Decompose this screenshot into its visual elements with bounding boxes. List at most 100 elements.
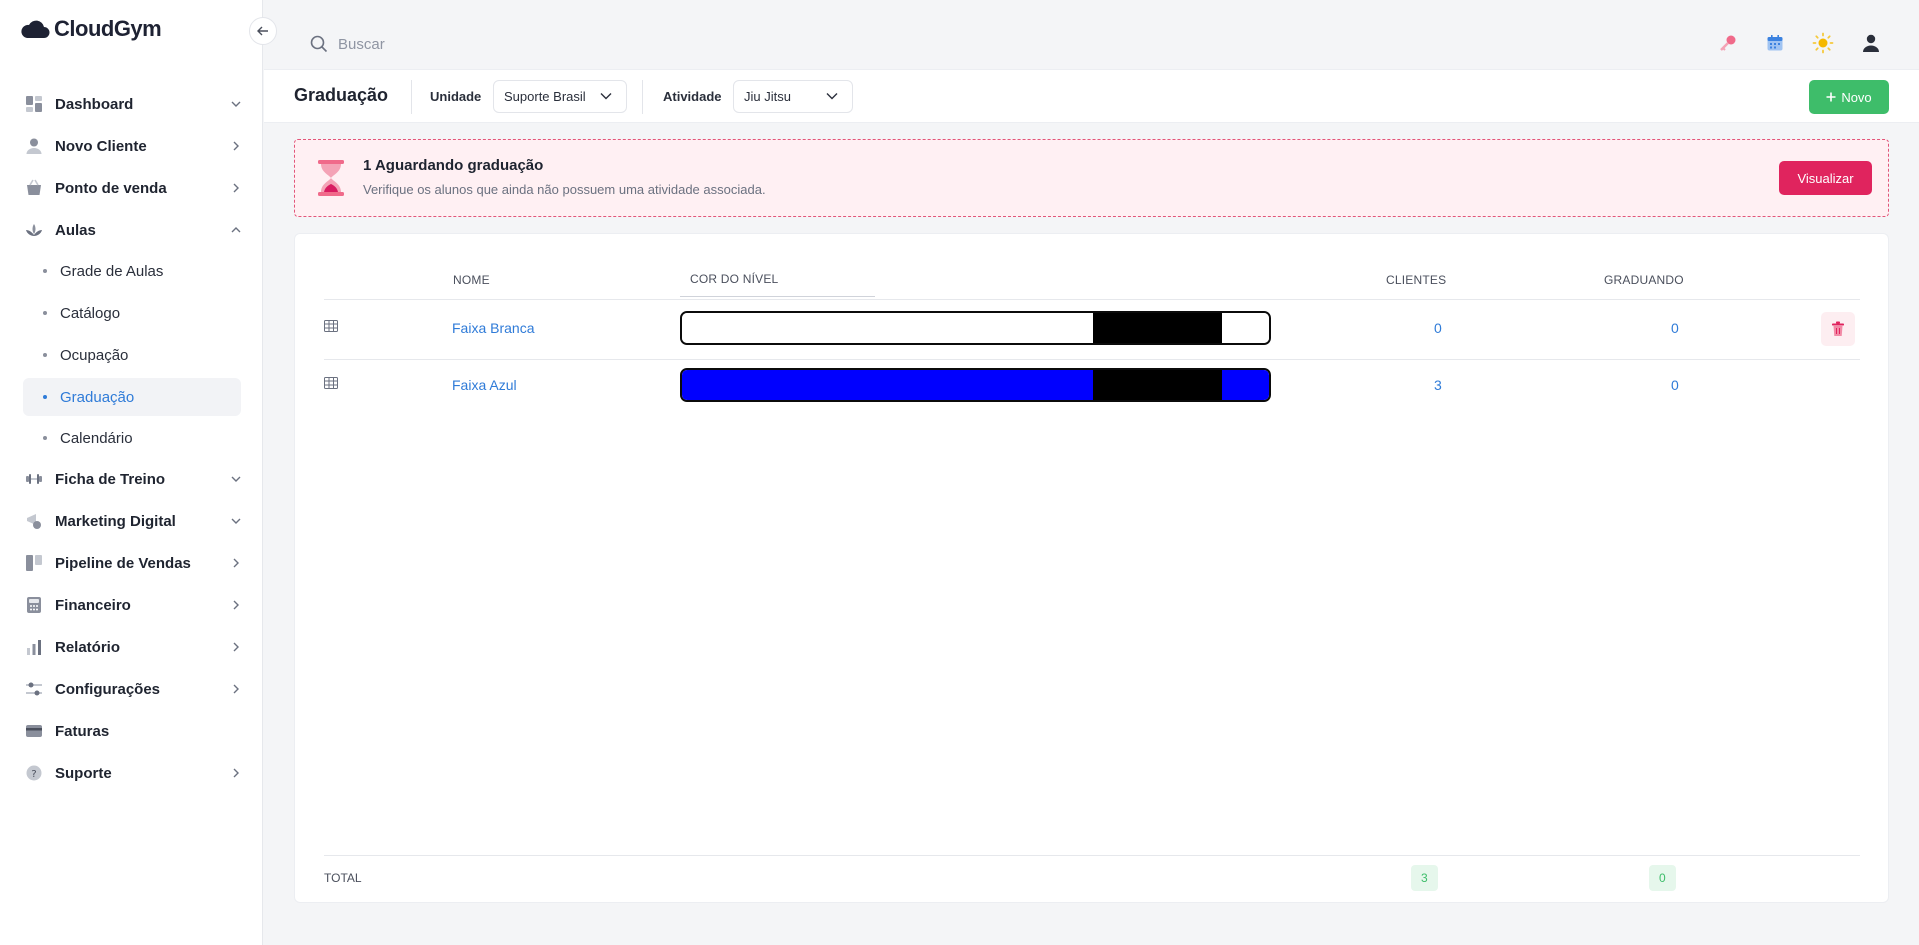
alert-title: 1 Aguardando graduação (363, 157, 544, 174)
divider (411, 80, 412, 114)
sidebar-item-label: Dashboard (55, 95, 134, 113)
chevron-right-icon (230, 140, 242, 152)
sidebar: CloudGym Dashboard Novo Cliente Ponto de… (0, 0, 263, 945)
page-title: Graduação (294, 85, 389, 105)
sidebar-subitem-label: Calendário (60, 429, 133, 447)
sidebar-subitem-label: Catálogo (60, 304, 121, 322)
user-menu-button[interactable] (1859, 31, 1883, 55)
graduando-count[interactable]: 0 (1671, 377, 1679, 393)
bullet-dot (43, 269, 47, 273)
table-row[interactable]: Faixa Branca 0 0 (324, 300, 1860, 357)
total-label: TOTAL (324, 871, 362, 885)
column-header-underline (680, 296, 875, 297)
user-avatar-icon (1863, 34, 1879, 52)
sidebar-subitem-ocupacao[interactable]: Ocupação (23, 336, 241, 374)
sidebar-item-label: Financeiro (55, 596, 131, 614)
table-grid-icon[interactable] (324, 377, 338, 389)
column-header-graduando: GRADUANDO (1604, 273, 1684, 287)
sidebar-subitem-graduacao[interactable]: Graduação (23, 378, 241, 416)
megaphone-icon (24, 511, 44, 531)
column-header-clientes: CLIENTES (1386, 273, 1447, 287)
sidebar-item-ponto-de-venda[interactable]: Ponto de venda (24, 170, 242, 206)
calendar-button[interactable] (1763, 31, 1787, 55)
sidebar-subitem-label: Ocupação (60, 346, 129, 364)
app-logo[interactable]: CloudGym (20, 16, 162, 42)
sidebar-item-suporte[interactable]: ? Suporte (24, 755, 242, 791)
chevron-right-icon (230, 182, 242, 194)
sidebar-item-configuracoes[interactable]: Configurações (24, 671, 242, 707)
unidade-select[interactable]: Suporte Brasil (493, 80, 627, 113)
view-button[interactable]: Visualizar (1779, 161, 1872, 195)
new-button-label: Novo (1841, 89, 1872, 105)
help-icon: ? (24, 763, 44, 783)
search-bar[interactable] (294, 22, 1697, 66)
search-input[interactable] (338, 35, 1238, 53)
theme-toggle-button[interactable] (1811, 31, 1835, 55)
level-name-link[interactable]: Faixa Azul (452, 377, 517, 393)
footer-divider (324, 855, 1860, 856)
bullet-dot (43, 395, 47, 399)
atividade-select[interactable]: Jiu Jitsu (733, 80, 853, 113)
graduation-table-card: NOME COR DO NÍVEL CLIENTES GRADUANDO Fai… (294, 233, 1889, 903)
lotus-icon (24, 220, 44, 240)
total-graduando-badge: 0 (1649, 865, 1676, 891)
calculator-icon (24, 595, 44, 615)
clientes-count[interactable]: 3 (1434, 377, 1442, 393)
sidebar-subitem-catalogo[interactable]: Catálogo (23, 294, 241, 332)
sidebar-item-novo-cliente[interactable]: Novo Cliente (24, 128, 242, 164)
plus-icon (1826, 92, 1836, 102)
bullet-dot (43, 311, 47, 315)
sidebar-item-dashboard[interactable]: Dashboard (24, 86, 242, 122)
calendar-icon (1767, 35, 1783, 51)
bullet-dot (43, 436, 47, 440)
sidebar-item-marketing-digital[interactable]: Marketing Digital (24, 503, 242, 539)
chevron-down-icon (230, 98, 242, 110)
atividade-value: Jiu Jitsu (744, 89, 791, 104)
chevron-right-icon (230, 641, 242, 653)
level-name-link[interactable]: Faixa Branca (452, 320, 534, 336)
sidebar-item-label: Novo Cliente (55, 137, 147, 155)
chevron-down-icon (230, 515, 242, 527)
chevron-down-icon (600, 93, 612, 100)
delete-button[interactable] (1821, 312, 1855, 346)
graduando-count[interactable]: 0 (1671, 320, 1679, 336)
clientes-count[interactable]: 0 (1434, 320, 1442, 336)
sidebar-subitem-calendario[interactable]: Calendário (23, 419, 241, 457)
trash-icon (1832, 321, 1844, 336)
key-icon (1720, 35, 1736, 51)
belt-color-swatch (680, 311, 1271, 345)
sidebar-item-label: Aulas (55, 221, 96, 239)
collapse-sidebar-button[interactable] (249, 17, 277, 45)
basket-icon (24, 178, 44, 198)
table-grid-icon[interactable] (324, 320, 338, 332)
sidebar-item-label: Ficha de Treino (55, 470, 166, 488)
dumbbell-icon (24, 469, 44, 489)
sidebar-item-relatorio[interactable]: Relatório (24, 629, 242, 665)
sidebar-item-ficha-de-treino[interactable]: Ficha de Treino (24, 461, 242, 497)
total-clientes-badge: 3 (1411, 865, 1438, 891)
sidebar-item-label: Faturas (55, 722, 110, 740)
belt-black-tip (1093, 313, 1222, 343)
user-icon (24, 136, 44, 156)
new-button[interactable]: Novo (1809, 80, 1889, 114)
kanban-icon (24, 553, 44, 573)
sidebar-item-faturas[interactable]: Faturas (24, 713, 242, 749)
sidebar-item-aulas[interactable]: Aulas (24, 212, 242, 248)
sidebar-item-label: Ponto de venda (55, 179, 167, 197)
sidebar-subitem-label: Grade de Aulas (60, 262, 164, 280)
divider (642, 80, 643, 114)
sidebar-item-pipeline-de-vendas[interactable]: Pipeline de Vendas (24, 545, 242, 581)
table-row[interactable]: Faixa Azul 3 0 (324, 357, 1860, 414)
app-name: CloudGym (54, 16, 162, 41)
chevron-right-icon (230, 599, 242, 611)
cloud-icon (21, 20, 50, 38)
chevron-right-icon (230, 683, 242, 695)
sliders-icon (24, 679, 44, 699)
belt-black-tip (1093, 370, 1222, 400)
column-header-cor-do-nivel[interactable]: COR DO NÍVEL (690, 272, 778, 286)
key-button[interactable] (1716, 31, 1740, 55)
belt-color-swatch (680, 368, 1271, 402)
sidebar-item-financeiro[interactable]: Financeiro (24, 587, 242, 623)
sidebar-subitem-grade-de-aulas[interactable]: Grade de Aulas (23, 252, 241, 290)
chevron-right-icon (230, 767, 242, 779)
